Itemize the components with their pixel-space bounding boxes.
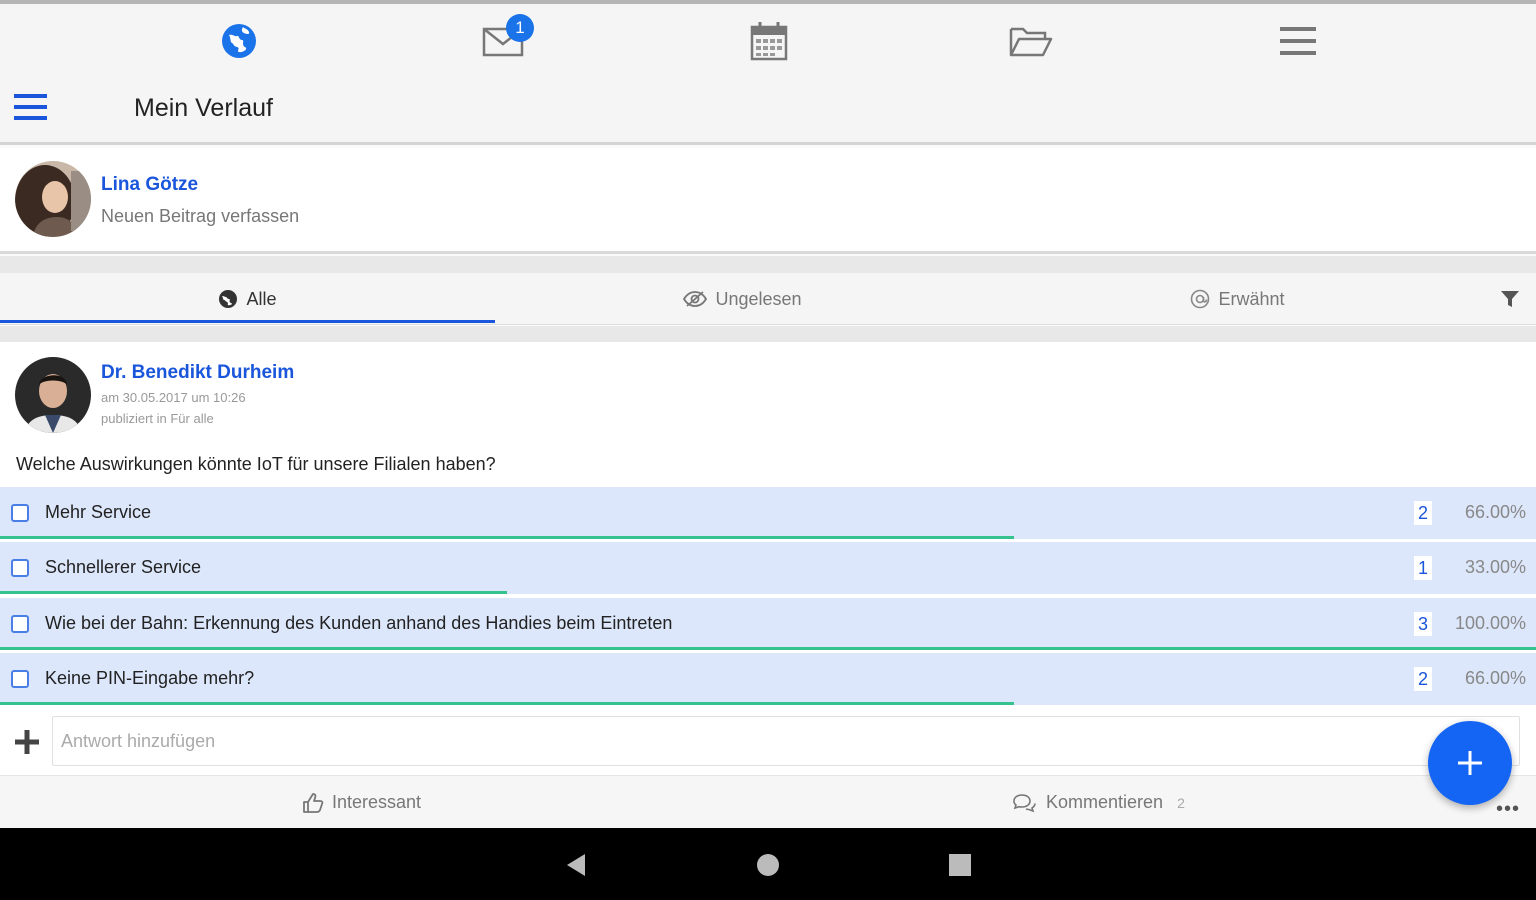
post-date: am 30.05.2017 um 10:26 [101, 390, 246, 405]
checkbox[interactable] [11, 559, 29, 577]
more-options-icon[interactable]: ••• [1496, 798, 1520, 821]
poll-option-count[interactable]: 2 [1414, 667, 1432, 691]
compose-prompt[interactable]: Neuen Beitrag verfassen [101, 206, 299, 227]
globe-icon [219, 290, 238, 308]
poll-option[interactable]: Mehr Service 2 66.00% [0, 487, 1536, 539]
filter-tabs: Alle Ungelesen Erwähnt [0, 273, 1536, 325]
poll-option-label: Schnellerer Service [45, 557, 202, 577]
author-avatar[interactable] [15, 357, 91, 433]
page-title: Mein Verlauf [134, 94, 273, 122]
checkbox[interactable] [11, 504, 29, 522]
comment-count: 2 [1177, 794, 1185, 811]
recents-icon[interactable] [947, 852, 973, 878]
drawer-menu-icon[interactable] [14, 92, 48, 122]
poll-option-count[interactable]: 1 [1414, 556, 1432, 580]
mail-icon[interactable]: 1 [478, 14, 534, 66]
poll-option-percent: 66.00% [1464, 668, 1526, 688]
folder-icon[interactable] [1006, 16, 1056, 66]
comment-label: Kommentieren [1046, 792, 1164, 812]
mail-badge: 1 [506, 14, 534, 42]
like-label: Interessant [332, 792, 422, 812]
poll-option-percent: 100.00% [1454, 613, 1526, 633]
eye-slash-icon [683, 291, 708, 307]
compose-post-strip[interactable]: Lina Götze Neuen Beitrag verfassen [0, 148, 1536, 254]
poll-question: Welche Auswirkungen könnte IoT für unser… [16, 454, 496, 474]
globe-icon[interactable] [214, 16, 264, 66]
active-tab-indicator [0, 320, 495, 323]
divider [0, 326, 1536, 342]
poll-option[interactable]: Wie bei der Bahn: Erkennung des Kunden a… [0, 598, 1536, 650]
checkbox[interactable] [11, 670, 29, 688]
author-name[interactable]: Dr. Benedikt Durheim [101, 362, 294, 384]
poll-option-count[interactable]: 2 [1414, 501, 1432, 525]
comment-button[interactable]: Kommentieren 2 [1012, 776, 1185, 829]
poll-option-label: Mehr Service [45, 502, 152, 522]
poll-option[interactable]: Schnellerer Service 1 33.00% [0, 542, 1536, 594]
tab-alle[interactable]: Alle [0, 273, 495, 325]
thumbs-up-icon [303, 792, 324, 813]
at-icon [1191, 289, 1210, 309]
calendar-icon[interactable] [744, 16, 794, 66]
post-published-in: publiziert in Für alle [101, 411, 214, 426]
plus-icon [1458, 751, 1482, 775]
poll-option-percent: 66.00% [1464, 502, 1526, 522]
filter-icon[interactable] [1500, 289, 1520, 309]
back-icon[interactable] [563, 852, 589, 878]
poll-progress-bar [0, 702, 1014, 705]
comments-icon [1013, 793, 1036, 812]
menu-icon[interactable] [1273, 16, 1323, 66]
new-post-fab[interactable] [1428, 721, 1512, 805]
poll-progress-bar [0, 536, 1014, 539]
like-button[interactable]: Interessant [302, 776, 421, 829]
tab-label: Erwähnt [1218, 288, 1285, 309]
tab-erwaehnt[interactable]: Erwähnt [990, 273, 1485, 325]
avatar [15, 161, 91, 237]
poll-option-label: Wie bei der Bahn: Erkennung des Kunden a… [45, 613, 673, 633]
tab-ungelesen[interactable]: Ungelesen [495, 273, 990, 325]
poll-option[interactable]: Keine PIN-Eingabe mehr? 2 66.00% [0, 653, 1536, 705]
add-option-icon[interactable] [14, 729, 40, 755]
post-actions: Interessant Kommentieren 2 ••• [0, 775, 1536, 828]
poll-progress-bar [0, 647, 1536, 650]
top-navigation-bar: 1 Mein Verlauf [0, 0, 1536, 145]
poll-progress-bar [0, 591, 507, 594]
divider [0, 256, 1536, 273]
poll-option-label: Keine PIN-Eingabe mehr? [45, 668, 255, 688]
poll-option-percent: 33.00% [1464, 557, 1526, 577]
reply-row [0, 707, 1536, 775]
feed-post: Dr. Benedikt Durheim am 30.05.2017 um 10… [0, 342, 1536, 828]
home-icon[interactable] [755, 852, 781, 878]
poll-option-count[interactable]: 3 [1414, 612, 1432, 636]
tab-label: Alle [246, 288, 277, 309]
reply-input[interactable] [52, 716, 1520, 766]
tab-label: Ungelesen [715, 288, 802, 309]
user-name[interactable]: Lina Götze [101, 174, 198, 196]
checkbox[interactable] [11, 615, 29, 633]
system-navigation-bar [0, 828, 1536, 900]
